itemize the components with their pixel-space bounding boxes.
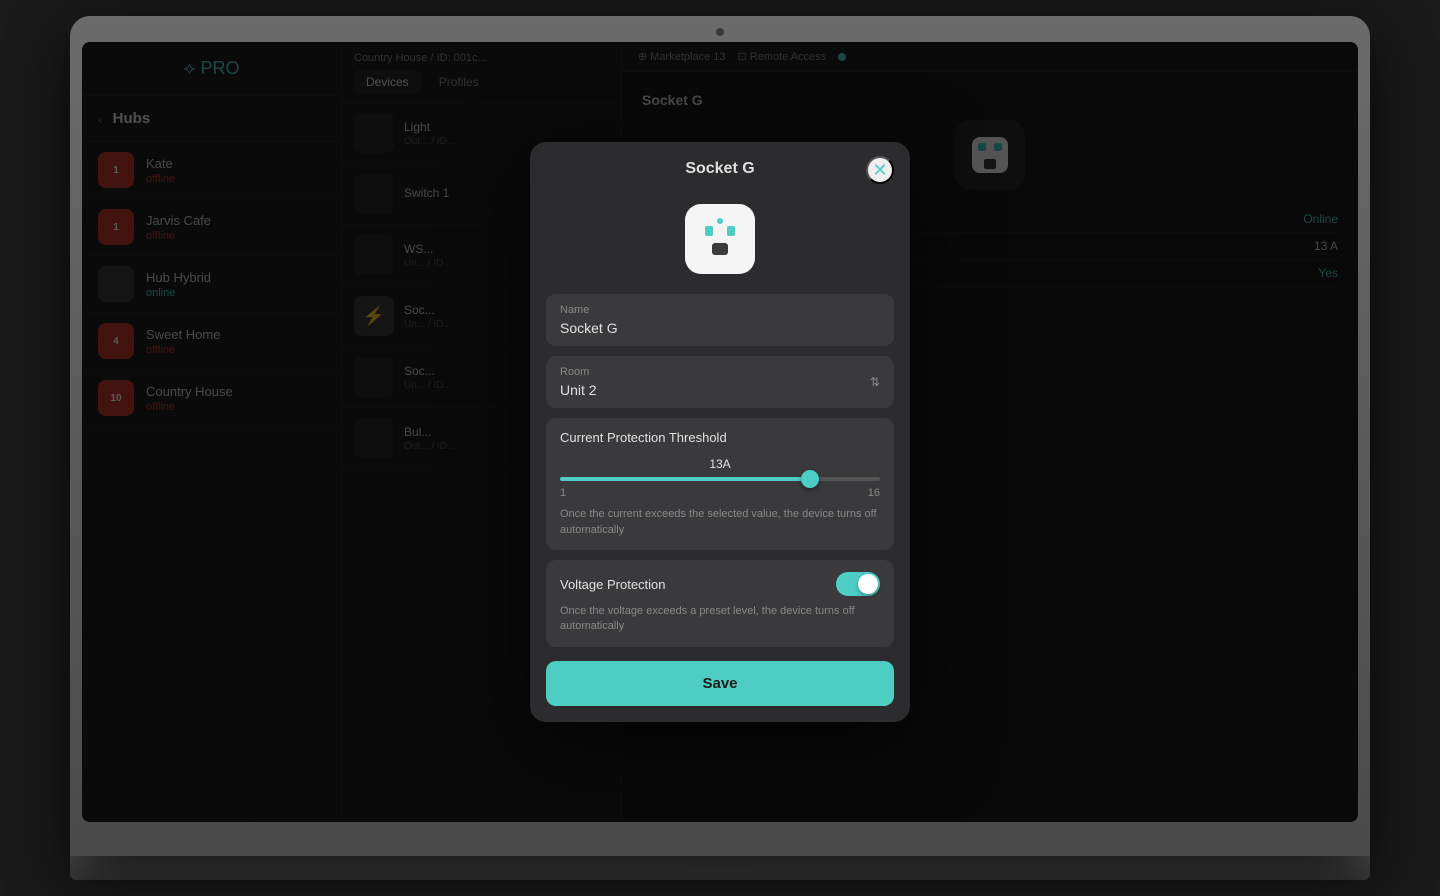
laptop-bottom-bar [70, 856, 1370, 880]
name-label: Name [560, 304, 880, 316]
slider-thumb[interactable] [801, 470, 819, 488]
slider-title: Current Protection Threshold [560, 430, 880, 445]
toggle-row: Voltage Protection [560, 572, 880, 596]
trackpad-notch [690, 865, 750, 871]
app-background: ⟡ PRO ‹ Hubs 1 Kate offline [82, 42, 1358, 822]
modal-backdrop: Socket G ✕ [82, 42, 1358, 822]
laptop-screen: ⟡ PRO ‹ Hubs 1 Kate offline [82, 42, 1358, 822]
modal-device-icon-area [530, 188, 910, 294]
voltage-protection-section: Voltage Protection Once the voltage exce… [546, 560, 894, 647]
modal-header: Socket G ✕ [530, 142, 910, 188]
laptop-shell: ⟡ PRO ‹ Hubs 1 Kate offline [70, 16, 1370, 856]
current-protection-section: Current Protection Threshold 13A 1 [546, 418, 894, 550]
slider-track [560, 477, 880, 481]
modal-dialog: Socket G ✕ [530, 142, 910, 722]
room-arrows-icon[interactable]: ⇅ [870, 375, 880, 389]
slider-max-label: 16 [868, 487, 880, 499]
slider-description: Once the current exceeds the selected va… [560, 507, 880, 538]
modal-close-button[interactable]: ✕ [866, 156, 894, 184]
room-label: Room [560, 366, 597, 378]
room-field-row: Room Unit 2 ⇅ [560, 366, 880, 398]
modal-body: Name Socket G Room Unit 2 [530, 294, 910, 722]
room-field-group[interactable]: Room Unit 2 ⇅ [546, 356, 894, 408]
save-button[interactable]: Save [546, 661, 894, 706]
slider-range-labels: 1 16 [560, 487, 880, 499]
voltage-toggle[interactable] [836, 572, 880, 596]
toggle-knob [858, 574, 878, 594]
room-value: Unit 2 [560, 382, 597, 398]
name-value: Socket G [560, 320, 880, 336]
slider-container [560, 477, 880, 481]
voltage-description: Once the voltage exceeds a preset level,… [560, 604, 880, 635]
slider-min-label: 1 [560, 487, 566, 499]
laptop-camera [716, 28, 724, 36]
slider-value-label: 13A [560, 457, 880, 471]
voltage-label: Voltage Protection [560, 577, 666, 592]
slider-fill [560, 477, 810, 481]
socket-icon [685, 204, 755, 274]
modal-title: Socket G [685, 160, 754, 178]
name-field-group[interactable]: Name Socket G [546, 294, 894, 346]
